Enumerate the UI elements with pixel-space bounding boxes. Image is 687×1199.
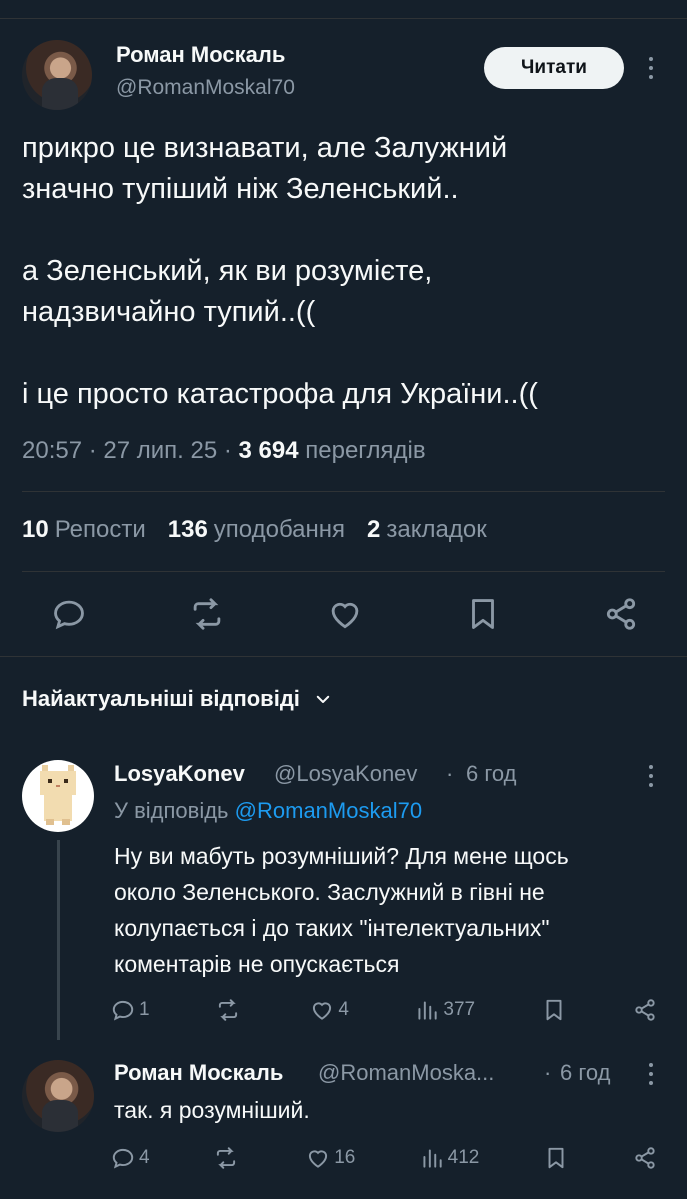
reply-reposts[interactable] [215, 997, 244, 1023]
reply-replies-count: 1 [139, 999, 150, 1020]
reply-share[interactable] [632, 1145, 658, 1171]
retweet-icon [216, 1147, 235, 1169]
reply-time[interactable]: 6 год [560, 1060, 610, 1086]
share-icon [635, 1147, 655, 1169]
divider [22, 571, 665, 572]
bookmark-icon [548, 1147, 564, 1169]
reply-reposts[interactable] [213, 1145, 242, 1171]
reply-text: так. я розумніший. [114, 1097, 310, 1123]
bookmarks-label: закладок [386, 516, 487, 543]
bookmarks-stat[interactable]: 2 закладок [367, 516, 487, 544]
reply-views-count: 377 [443, 999, 476, 1020]
reply-bookmark[interactable] [543, 1145, 569, 1171]
reply-action-bar: 4 16 412 [110, 1143, 658, 1173]
more-options-icon[interactable] [641, 48, 661, 88]
reply-time-sep: · [446, 761, 454, 786]
reply-author-name[interactable]: LosyaKonev [114, 761, 245, 787]
retweet-icon [218, 999, 238, 1021]
reply-author-handle[interactable]: @RomanMoska... [318, 1060, 494, 1086]
follow-button[interactable]: Читати [484, 47, 624, 89]
reply-to-handle-link[interactable]: @RomanMoskal70 [235, 798, 422, 823]
bookmark-icon[interactable] [464, 595, 502, 633]
reply-avatar[interactable] [22, 760, 94, 832]
views-count: 3 694 [238, 437, 299, 464]
reply-likes-count: 16 [334, 1147, 356, 1168]
retweet-icon[interactable] [188, 595, 226, 633]
reposts-label: Репости [54, 516, 146, 543]
tweet-paragraph: прикро це визнавати, але Залужний значно… [22, 132, 508, 205]
reply-time-sep: · [544, 1060, 552, 1085]
like-icon[interactable] [326, 595, 364, 633]
reply-replies-count: 4 [139, 1147, 150, 1168]
reply-bookmark[interactable] [541, 997, 567, 1023]
reply-icon[interactable] [50, 595, 88, 633]
author-name[interactable]: Роман Москаль [116, 42, 285, 68]
reply-to-prefix: У відповідь [114, 798, 229, 823]
like-icon [309, 1150, 328, 1168]
reply-views[interactable]: 412 [419, 1145, 480, 1171]
more-options-icon[interactable] [641, 756, 661, 796]
tweet-paragraph: а Зеленський, як ви розумієте, надзвичай… [22, 255, 433, 328]
engagement-stats: 10 Репости 136 уподобання 2 закладок [22, 516, 487, 544]
reply-likes[interactable]: 16 [305, 1145, 355, 1171]
tweet-time[interactable]: 20:57 [22, 437, 82, 464]
tweet-action-bar [50, 595, 640, 633]
reply-likes-count: 4 [338, 999, 349, 1020]
bookmarks-count: 2 [367, 516, 381, 543]
pixel-cat-avatar-icon [40, 765, 76, 825]
reply-icon [112, 1148, 134, 1169]
replies-sort[interactable]: Найактуальніші відповіді [22, 686, 332, 712]
reply-views-count: 412 [447, 1147, 480, 1168]
author-avatar[interactable] [22, 40, 92, 110]
reply-replies[interactable]: 1 [110, 997, 150, 1023]
top-divider [0, 0, 687, 19]
section-divider [0, 656, 687, 657]
replies-sort-label: Найактуальніші відповіді [22, 686, 300, 711]
like-icon [313, 1002, 332, 1020]
chevron-down-icon [316, 695, 330, 703]
reply-share[interactable] [632, 997, 658, 1023]
reply-author-name[interactable]: Роман Москаль [114, 1060, 283, 1086]
likes-count: 136 [167, 516, 208, 543]
bookmark-icon [546, 999, 562, 1021]
tweet-meta: 20:57 · 27 лип. 25 · 3 694 переглядів [22, 437, 426, 464]
reply-to-line: У відповідь @RomanMoskal70 [114, 798, 422, 824]
reposts-stat[interactable]: 10 Репости [22, 516, 146, 544]
more-options-icon[interactable] [641, 1054, 661, 1094]
thread-connector [57, 840, 60, 1040]
reply-likes[interactable]: 4 [309, 997, 349, 1023]
share-icon[interactable] [602, 595, 640, 633]
divider [22, 491, 665, 492]
views-chart-icon [418, 1001, 438, 1020]
reply-author-handle[interactable]: @LosyaKonev [274, 761, 417, 787]
reply-replies[interactable]: 4 [110, 1145, 150, 1171]
tweet-paragraph: і це просто катастрофа для України..(( [22, 378, 538, 410]
share-icon [635, 999, 655, 1021]
reply-time[interactable]: 6 год [466, 761, 516, 787]
views-chart-icon [423, 1149, 442, 1168]
reply-avatar[interactable] [22, 1060, 94, 1132]
author-handle[interactable]: @RomanMoskal70 [116, 76, 295, 100]
likes-stat[interactable]: 136 уподобання [168, 516, 345, 544]
tweet-body: прикро це визнавати, але Залужний значно… [22, 128, 662, 415]
reply-action-bar: 1 4 377 [110, 995, 658, 1025]
reply-views[interactable]: 377 [414, 997, 475, 1023]
views-label: переглядів [305, 437, 426, 464]
reposts-count: 10 [22, 516, 49, 543]
likes-label: уподобання [213, 516, 346, 543]
tweet-date[interactable]: 27 лип. 25 [103, 437, 217, 464]
reply-icon [112, 1000, 134, 1021]
reply-text: Ну ви мабуть розумніший? Для мене щось о… [114, 843, 569, 977]
